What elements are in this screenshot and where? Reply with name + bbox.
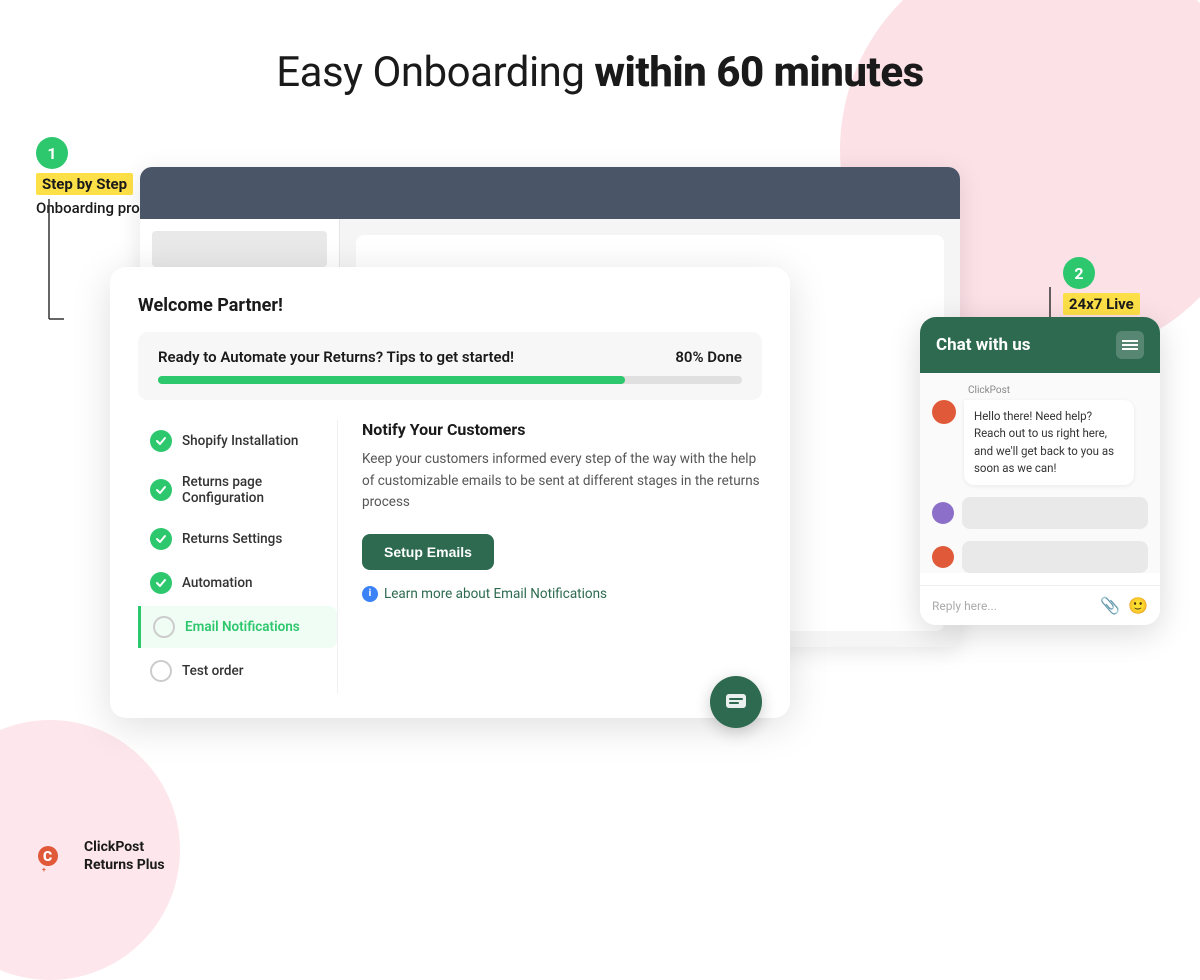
progress-bar-fill xyxy=(158,376,625,384)
right-content: Notify Your Customers Keep your customer… xyxy=(338,420,762,694)
chat-bubble: Hello there! Need help? Reach out to us … xyxy=(964,400,1134,485)
check-icon-shopify xyxy=(150,430,172,452)
attachment-icon[interactable]: 📎 xyxy=(1100,596,1120,615)
empty-circle-email xyxy=(153,616,175,638)
nav-item-automation[interactable]: Automation xyxy=(138,562,337,604)
progress-header: Ready to Automate your Returns? Tips to … xyxy=(158,348,742,366)
chat-sender-label: ClickPost xyxy=(932,385,1148,396)
content-area: 1 Step by Step Onboarding process xyxy=(0,137,1200,817)
chat-reply-input[interactable]: Reply here... xyxy=(932,599,1092,613)
app-bg-sidebar-item xyxy=(152,231,327,267)
progress-bar-bg xyxy=(158,376,742,384)
empty-circle-test xyxy=(150,660,172,682)
step1-arrow-icon xyxy=(34,199,64,339)
nav-item-returns-settings[interactable]: Returns Settings xyxy=(138,518,337,560)
welcome-title: Welcome Partner! xyxy=(138,295,762,316)
card-body: Shopify Installation Returns pageConfigu… xyxy=(138,420,762,694)
nav-item-email-notifications[interactable]: Email Notifications xyxy=(138,606,337,648)
nav-item-returns-page[interactable]: Returns pageConfiguration xyxy=(138,464,337,516)
learn-more-link[interactable]: i Learn more about Email Notifications xyxy=(362,586,762,602)
chat-placeholder-bar-1 xyxy=(962,497,1148,529)
check-icon-automation xyxy=(150,572,172,594)
info-icon: i xyxy=(362,586,378,602)
svg-text:C: C xyxy=(43,849,52,865)
setup-emails-button[interactable]: Setup Emails xyxy=(362,534,494,570)
step-2-circle: 2 xyxy=(1063,257,1095,289)
right-section-title: Notify Your Customers xyxy=(362,420,762,439)
chat-fab-button[interactable] xyxy=(710,676,762,728)
chat-avatar xyxy=(932,400,956,424)
left-nav: Shopify Installation Returns pageConfigu… xyxy=(138,420,338,694)
chat-body: ClickPost Hello there! Need help? Reach … xyxy=(920,373,1160,573)
right-section-desc: Keep your customers informed every step … xyxy=(362,449,762,514)
chat-fab-icon xyxy=(724,690,748,714)
logo: C + ClickPostReturns Plus xyxy=(36,836,165,876)
progress-section: Ready to Automate your Returns? Tips to … xyxy=(138,332,762,400)
page-title: Easy Onboarding within 60 minutes xyxy=(0,0,1200,97)
chat-menu-icon[interactable] xyxy=(1116,331,1144,359)
step-2-highlight: 24x7 Live xyxy=(1063,293,1140,315)
logo-icon: C + xyxy=(36,836,76,876)
step-1-circle: 1 xyxy=(36,137,68,169)
chat-placeholder-bar-2 xyxy=(962,541,1148,573)
progress-text: Ready to Automate your Returns? Tips to … xyxy=(158,348,514,366)
hamburger-icon xyxy=(1122,339,1138,351)
check-icon-returns-settings xyxy=(150,528,172,550)
chat-header-title: Chat with us xyxy=(936,335,1030,355)
chat-header: Chat with us xyxy=(920,317,1160,373)
onboarding-card: Welcome Partner! Ready to Automate your … xyxy=(110,267,790,718)
chat-message: Hello there! Need help? Reach out to us … xyxy=(932,400,1148,485)
chat-placeholder-avatar-2 xyxy=(932,546,954,568)
nav-item-test-order[interactable]: Test order xyxy=(138,650,337,692)
nav-item-shopify[interactable]: Shopify Installation xyxy=(138,420,337,462)
chat-placeholder-avatar-1 xyxy=(932,502,954,524)
logo-text: ClickPostReturns Plus xyxy=(84,838,165,874)
chat-placeholder-row-1 xyxy=(932,497,1148,529)
page-wrapper: Easy Onboarding within 60 minutes 1 Step… xyxy=(0,0,1200,900)
chat-widget: Chat with us ClickPost Hello there! Need… xyxy=(920,317,1160,625)
svg-text:+: + xyxy=(42,866,46,874)
app-bg-header xyxy=(140,167,960,219)
progress-percent: 80% Done xyxy=(675,348,742,366)
chat-footer: Reply here... 📎 🙂 xyxy=(920,585,1160,625)
chat-placeholder-row-2 xyxy=(932,541,1148,573)
step-1-highlight: Step by Step xyxy=(36,173,133,195)
check-icon-returns-page xyxy=(150,479,172,501)
emoji-icon[interactable]: 🙂 xyxy=(1128,596,1148,615)
